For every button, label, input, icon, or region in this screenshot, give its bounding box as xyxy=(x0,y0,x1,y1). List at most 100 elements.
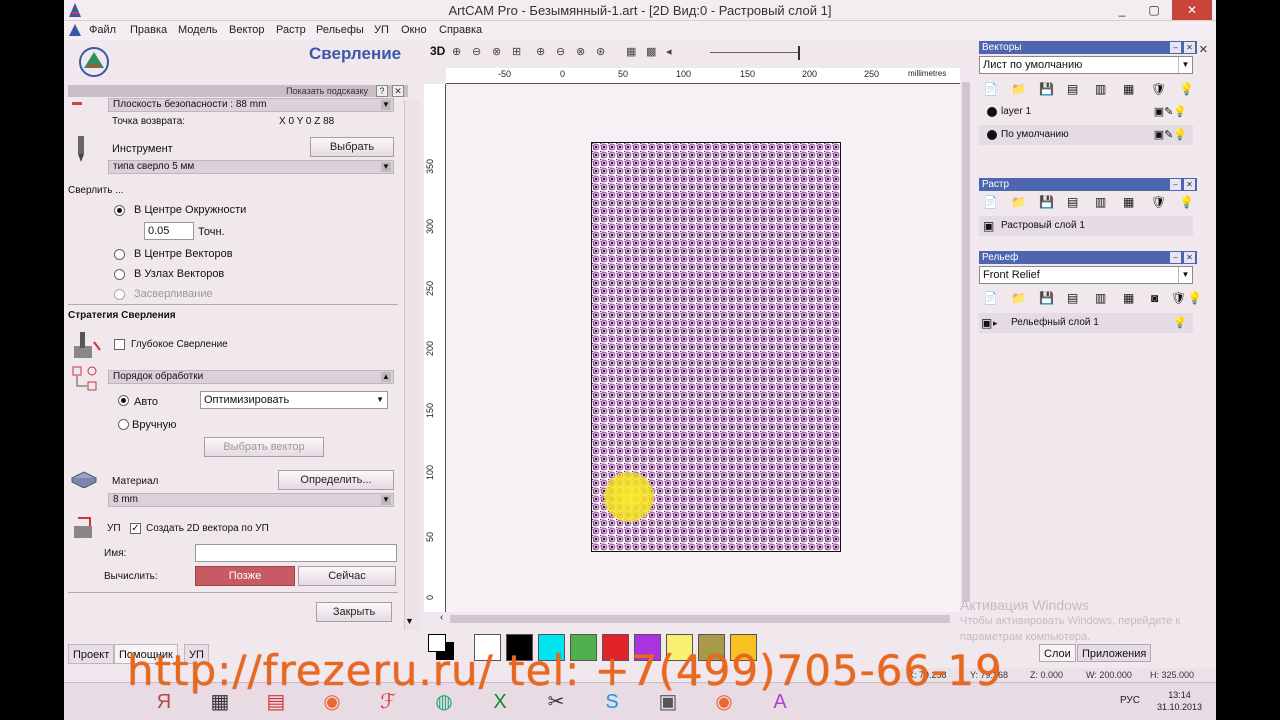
minimize-panel-icon[interactable]: – xyxy=(1170,179,1181,190)
relief-select[interactable]: Front Relief ▼ xyxy=(979,266,1193,284)
minimize-panel-icon[interactable]: – xyxy=(1170,252,1181,263)
bitmap-props-icon[interactable]: ▦ xyxy=(1123,195,1134,209)
lock-visibility-icon[interactable]: ▣✎💡 xyxy=(1154,102,1187,122)
tab-applications[interactable]: Приложения xyxy=(1077,644,1152,662)
define-material-button[interactable]: Определить... xyxy=(278,470,394,490)
bulb-icon[interactable]: 💡 xyxy=(1173,313,1187,333)
menu-window[interactable]: Окно xyxy=(401,24,427,36)
zoom-fit-icon[interactable]: ⊞ xyxy=(512,45,521,58)
tab-project[interactable]: Проект xyxy=(68,644,115,664)
bitmap-layer-row[interactable]: ▣ Растровый слой 1 xyxy=(979,216,1193,236)
order-auto-select[interactable]: Оптимизировать ▼ xyxy=(200,391,388,409)
save-icon[interactable]: 💾 xyxy=(1039,291,1054,305)
close-hint-icon[interactable]: ✕ xyxy=(392,85,404,97)
scroll-thumb[interactable] xyxy=(450,615,950,623)
chevron-down-icon[interactable]: ▼ xyxy=(376,392,384,408)
bitmap-tool-icon[interactable]: ▤ xyxy=(1067,195,1078,209)
vector-layer-row[interactable]: layer 1 ▣✎💡 xyxy=(979,102,1193,122)
radio-order-manual[interactable] xyxy=(118,419,129,430)
minimize-panel-icon[interactable]: – xyxy=(1170,42,1181,53)
name-input[interactable] xyxy=(195,544,397,562)
scroll-down-icon[interactable]: ▼ xyxy=(405,616,414,626)
layer-color-dot-icon[interactable] xyxy=(987,107,997,117)
open-folder-icon[interactable]: 📁 xyxy=(1011,291,1026,305)
gray-slider-thumb[interactable] xyxy=(798,46,800,60)
save-icon[interactable]: 💾 xyxy=(1039,82,1054,96)
maximize-button[interactable]: ▢ xyxy=(1140,0,1168,20)
vector-layer-row[interactable]: По умолчанию ▣✎💡 xyxy=(979,125,1193,145)
menu-help[interactable]: Справка xyxy=(439,24,482,36)
menu-bitmap[interactable]: Растр xyxy=(276,24,306,36)
menu-relief[interactable]: Рельефы xyxy=(316,24,364,36)
tolerance-input[interactable]: 0.05 xyxy=(144,222,194,240)
horizontal-scrollbar[interactable]: ‹ xyxy=(424,612,960,626)
order-bar[interactable]: Порядок обработки ▲ xyxy=(108,370,394,384)
minimize-button[interactable]: _ xyxy=(1108,0,1136,20)
delete-relief-icon[interactable]: 🛡 xyxy=(1171,291,1186,305)
zoom-previous-icon[interactable]: ⊕ xyxy=(536,45,545,58)
bulb-icon[interactable]: 💡 xyxy=(1179,195,1194,209)
new-bitmap-icon[interactable]: 📄 xyxy=(983,195,998,209)
select-vector-button[interactable]: Выбрать вектор xyxy=(204,437,324,457)
layer-move-icon[interactable]: ▥ xyxy=(1095,82,1106,96)
chevron-down-icon[interactable]: ▼ xyxy=(1178,57,1192,73)
delete-layer-icon[interactable]: 🛡 xyxy=(1151,82,1166,96)
menu-toolpaths[interactable]: УП xyxy=(374,24,389,36)
chevron-down-icon[interactable]: ▼ xyxy=(381,100,391,110)
relief-combine-icon[interactable]: ▥ xyxy=(1095,291,1106,305)
vector-sheet-select[interactable]: Лист по умолчанию ▼ xyxy=(979,56,1193,74)
help-icon[interactable]: ? xyxy=(376,85,388,97)
radio-vector-center[interactable] xyxy=(114,249,125,260)
open-folder-icon[interactable]: 📁 xyxy=(1011,195,1026,209)
radio-order-auto[interactable] xyxy=(118,395,129,406)
layer-color-dot-icon[interactable] xyxy=(987,130,997,140)
menu-vector[interactable]: Вектор xyxy=(229,24,265,36)
bulb-icon[interactable]: 💡 xyxy=(1179,82,1194,96)
zoom-all-icon[interactable]: ⊖ xyxy=(556,45,565,58)
document-icon[interactable] xyxy=(68,23,82,37)
chevron-up-icon[interactable]: ▲ xyxy=(381,372,391,382)
relief-visibility-icon[interactable]: ▩ xyxy=(646,45,656,58)
radio-vector-nodes[interactable] xyxy=(114,269,125,280)
language-indicator[interactable]: РУС xyxy=(1120,695,1140,706)
bitmap-move-icon[interactable]: ▥ xyxy=(1095,195,1106,209)
show-hint-bar[interactable]: Показать подсказку ? ✕ xyxy=(68,85,408,97)
safe-plane-bar[interactable]: Плоскость безопасности : 88 mm ▼ xyxy=(108,98,394,112)
radio-countersink[interactable] xyxy=(114,289,125,300)
material-bar[interactable]: 8 mm ▼ xyxy=(108,493,394,507)
calculate-later-button[interactable]: Позже xyxy=(195,566,295,586)
layer-tool-icon[interactable]: ▤ xyxy=(1067,82,1078,96)
tool-bar[interactable]: типа сверло 5 мм ▼ xyxy=(108,160,394,174)
menu-file[interactable]: Файл xyxy=(89,24,116,36)
pan-icon[interactable]: ⊛ xyxy=(596,45,605,58)
menu-edit[interactable]: Правка xyxy=(130,24,167,36)
relief-props-icon[interactable]: ▦ xyxy=(1123,291,1134,305)
deep-drilling-checkbox[interactable] xyxy=(114,339,125,350)
relief-camera-icon[interactable]: ◙ xyxy=(1151,291,1158,305)
save-icon[interactable]: 💾 xyxy=(1039,195,1054,209)
create-2d-vectors-checkbox[interactable]: ✓ xyxy=(130,523,141,534)
scroll-left-icon[interactable]: ‹ xyxy=(440,612,443,623)
gray-slider-track[interactable] xyxy=(710,52,800,53)
close-panel-icon[interactable]: ✕ xyxy=(1184,252,1195,263)
scroll-thumb[interactable] xyxy=(962,82,970,602)
clock[interactable]: 13:14 31.10.2013 xyxy=(1157,689,1202,713)
relief-tool-icon[interactable]: ▤ xyxy=(1067,291,1078,305)
3d-view-button[interactable]: 3D xyxy=(430,44,445,58)
layer-props-icon[interactable]: ▦ xyxy=(1123,82,1134,96)
chevron-right-icon[interactable]: ▸ xyxy=(993,313,998,333)
relief-layer-row[interactable]: ▸ ▣ Рельефный слой 1 💡 xyxy=(979,313,1193,333)
chevron-down-icon[interactable]: ▼ xyxy=(1178,267,1192,283)
new-layer-icon[interactable]: 📄 xyxy=(983,82,998,96)
menu-model[interactable]: Модель xyxy=(178,24,217,36)
chevron-down-icon[interactable]: ▼ xyxy=(381,162,391,172)
delete-bitmap-icon[interactable]: 🛡 xyxy=(1151,195,1166,209)
select-tool-button[interactable]: Выбрать xyxy=(310,137,394,157)
calculate-now-button[interactable]: Сейчас xyxy=(298,566,396,586)
new-relief-icon[interactable]: 📄 xyxy=(983,291,998,305)
zoom-out-icon[interactable]: ⊖ xyxy=(472,45,481,58)
vertical-scrollbar[interactable] xyxy=(960,68,972,612)
bulb-icon[interactable]: 💡 xyxy=(1187,291,1202,305)
panel-scrollbar[interactable] xyxy=(404,100,420,630)
close-window-button[interactable]: ✕ xyxy=(1172,0,1212,20)
